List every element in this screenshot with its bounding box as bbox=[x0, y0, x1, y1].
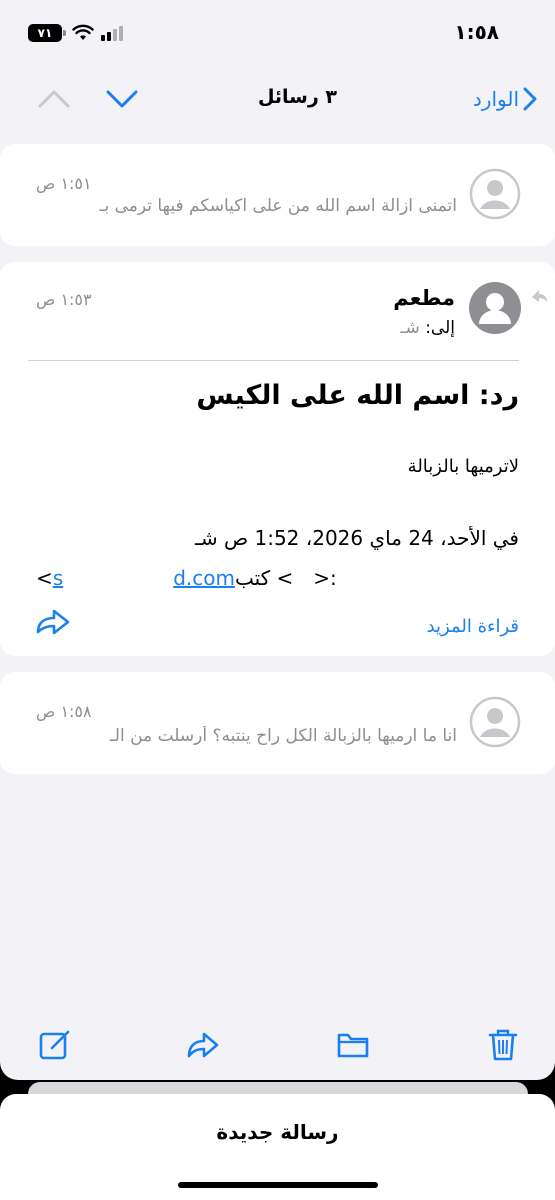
battery-indicator: ٧١ bbox=[28, 24, 66, 42]
message-subject: رد: اسم الله على الكيس bbox=[196, 380, 519, 411]
compose-icon[interactable] bbox=[38, 1028, 72, 1062]
new-message-title: رسالة جديدة bbox=[216, 1120, 339, 1144]
read-more-link[interactable]: قراءة المزيد bbox=[427, 616, 519, 637]
sender-avatar-icon bbox=[469, 282, 521, 334]
collapsed-message-3[interactable]: ١:٥٨ ص انا ما ارميها بالزبالة الكل راح ي… bbox=[0, 672, 555, 774]
quote-writer-suffix: >: bbox=[313, 566, 337, 590]
expanded-message: مطعم إلى: شـ ١:٥٣ ص رد: اسم الله على الك… bbox=[0, 262, 555, 656]
status-time: ١:٥٨ bbox=[454, 20, 499, 44]
avatar-placeholder-icon bbox=[469, 696, 521, 748]
home-indicator[interactable] bbox=[178, 1182, 378, 1188]
to-label: إلى: bbox=[425, 318, 455, 338]
thread-count-title: ٣ رسائل bbox=[257, 86, 338, 108]
reply-icon[interactable] bbox=[186, 1028, 220, 1062]
to-value: شـ bbox=[400, 318, 420, 338]
replied-indicator-icon bbox=[532, 290, 547, 302]
trash-icon[interactable] bbox=[486, 1028, 520, 1062]
navigation-bar: الوارد ٣ رسائل bbox=[0, 74, 555, 124]
previous-message-chevron-up-icon[interactable] bbox=[36, 84, 72, 112]
move-to-folder-icon[interactable] bbox=[336, 1028, 370, 1062]
wifi-icon bbox=[72, 24, 94, 40]
bottom-toolbar bbox=[0, 1020, 555, 1076]
status-bar: ٧١ ١:٥٨ bbox=[0, 0, 555, 60]
message-preview: اتمنى ازالة اسم الله من على اكياسكم فيها… bbox=[99, 196, 457, 216]
message-time: ١:٥٨ ص bbox=[36, 702, 92, 721]
header-divider bbox=[28, 360, 519, 361]
quote-writer-line: <s d.comكتب < >: bbox=[28, 566, 519, 590]
collapsed-message-1[interactable]: ١:٥١ ص اتمنى ازالة اسم الله من على اكياس… bbox=[0, 144, 555, 246]
message-time: ١:٥١ ص bbox=[36, 174, 92, 193]
mail-thread-screen: ٧١ ١:٥٨ الوارد ٣ رسائل ١:٥١ ص اتمنى ازال… bbox=[0, 0, 555, 1080]
quote-email-link[interactable]: s d.com bbox=[53, 566, 235, 590]
reply-forward-icon[interactable] bbox=[34, 606, 72, 638]
next-message-chevron-down-icon[interactable] bbox=[104, 84, 140, 112]
quote-lt: < bbox=[36, 566, 53, 590]
avatar-placeholder-icon bbox=[469, 168, 521, 220]
quote-header: في الأحد، 24 ماي 2026، 1:52 ص شـ bbox=[194, 526, 519, 550]
sender-name: مطعم bbox=[393, 286, 455, 310]
recipient-line[interactable]: إلى: شـ bbox=[401, 318, 455, 338]
cellular-signal-icon bbox=[101, 26, 123, 41]
quote-writer-prefix: كتب < bbox=[234, 566, 294, 590]
message-body: لاترميها بالزبالة bbox=[407, 456, 519, 477]
message-time: ١:٥٣ ص bbox=[36, 290, 92, 309]
message-preview: انا ما ارميها بالزبالة الكل راح ينتبه؟ أ… bbox=[109, 726, 457, 746]
